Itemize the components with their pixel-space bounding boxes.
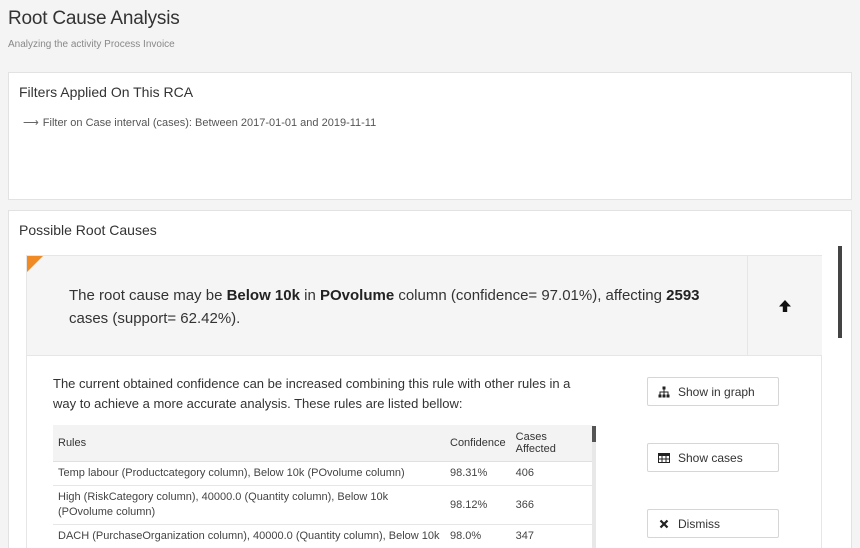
root-causes-title: Possible Root Causes [19,222,157,238]
cause-prefix: The root cause may be [69,287,227,304]
table-header-row: Rules Confidence Cases Affected [53,425,593,462]
close-icon [659,519,669,528]
filter-item: ⟶ Filter on Case interval (cases): Betwe… [23,116,377,130]
cause-value: Below 10k [226,287,300,304]
show-cases-button[interactable]: Show cases [647,443,779,472]
confidence-cell: 98.12% [445,485,511,525]
confidence-cell: 98.0% [445,524,511,548]
cause-cases: 2593 [666,287,700,304]
filters-panel: Filters Applied On This RCA ⟶ Filter on … [8,72,852,200]
table-row[interactable]: High (RiskCategory column), 40000.0 (Qua… [53,485,593,525]
page-title: Root Cause Analysis [8,8,180,29]
rule-cell: DACH (PurchaseOrganization column), 4000… [53,524,445,548]
cases-cell: 406 [510,461,593,486]
table-icon [658,452,670,463]
rules-table: Rules Confidence Cases Affected Temp lab… [53,425,593,548]
page-scrollbar-thumb[interactable] [838,246,842,338]
arrow-right-icon: ⟶ [23,117,39,129]
collapse-toggle-button[interactable] [747,256,822,356]
table-row[interactable]: Temp labour (Productcategory column), Be… [53,461,593,486]
table-scrollbar-thumb[interactable] [592,426,596,442]
rule-cell: High (RiskCategory column), 40000.0 (Qua… [53,485,445,525]
cause-in-word: in [299,287,320,304]
show-cases-label: Show cases [678,450,743,465]
column-header-confidence[interactable]: Confidence [445,425,511,462]
page-subtitle: Analyzing the activity Process Invoice [8,39,175,50]
confidence-cell: 98.31% [445,461,511,486]
filters-title: Filters Applied On This RCA [19,84,194,100]
show-in-graph-button[interactable]: Show in graph [647,377,779,406]
cases-cell: 366 [510,485,593,525]
dismiss-label: Dismiss [678,516,720,531]
root-cause-summary: The root cause may be Below 10k in POvol… [69,284,729,330]
table-scrollbar-track[interactable] [592,426,596,548]
root-causes-panel: Possible Root Causes The root cause may … [8,210,852,548]
root-cause-header: The root cause may be Below 10k in POvol… [27,256,747,356]
root-cause-card: The root cause may be Below 10k in POvol… [26,255,822,548]
cause-column: POvolume [319,287,395,304]
rule-cell: Temp labour (Productcategory column), Be… [53,461,445,486]
column-header-rules[interactable]: Rules [53,425,445,462]
dismiss-button[interactable]: Dismiss [647,509,779,538]
filter-item-text: Filter on Case interval (cases): Between… [42,116,377,129]
table-row[interactable]: DACH (PurchaseOrganization column), 4000… [53,524,593,548]
combine-rules-description: The current obtained confidence can be i… [53,376,571,411]
cause-middle: column (confidence= 97.01%), affecting [394,287,667,304]
arrow-up-icon [779,299,791,312]
sitemap-icon [658,386,670,397]
show-in-graph-label: Show in graph [678,384,755,399]
cause-suffix: cases (support= 62.42%). [69,310,241,327]
column-header-cases-affected[interactable]: Cases Affected [510,425,593,462]
corner-flag-icon [27,256,43,272]
cases-cell: 347 [510,524,593,548]
